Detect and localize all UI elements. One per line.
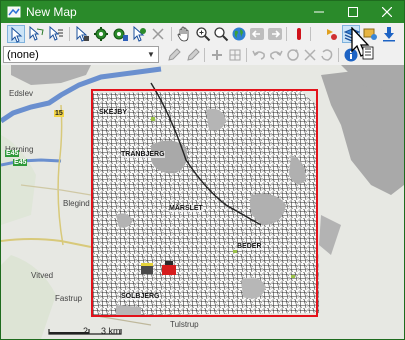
- zoom-out-button[interactable]: [212, 25, 230, 43]
- scale-label: 3 km: [101, 326, 121, 336]
- main-toolbar: [1, 23, 404, 46]
- undo-button[interactable]: [251, 47, 267, 63]
- toolbar-separator: [204, 48, 205, 62]
- map-window: New Map (none) ▼ Edslev Blegind Vitved F…: [0, 0, 405, 340]
- pencil-rotate-icon: [187, 48, 200, 61]
- forward-button[interactable]: [266, 25, 284, 43]
- toolbar-separator: [286, 27, 287, 41]
- undo-icon: [252, 50, 265, 60]
- plus-icon: [212, 50, 222, 60]
- route-tool-button[interactable]: [130, 25, 148, 43]
- zoom-in-button[interactable]: [194, 25, 212, 43]
- map-label-town: Edslev: [9, 89, 34, 98]
- map-label-town: Fastrup: [55, 294, 83, 303]
- download-button[interactable]: [380, 25, 398, 43]
- window-title: New Map: [26, 5, 77, 19]
- scale-label: 2: [83, 326, 89, 336]
- grid-button[interactable]: [227, 47, 243, 63]
- pencil-icon: [168, 48, 181, 61]
- toolbar-separator: [310, 27, 311, 41]
- chevron-down-icon: ▼: [147, 50, 155, 59]
- download-arrow-icon: [383, 27, 395, 42]
- rotate-edit-button[interactable]: [185, 47, 201, 63]
- close-icon: [381, 6, 393, 18]
- title-bar[interactable]: New Map: [1, 1, 404, 23]
- route-pointer-icon: [133, 26, 146, 42]
- refresh-button[interactable]: [285, 47, 301, 63]
- road-shield-15: 15: [54, 110, 64, 117]
- waypoint-tool-button[interactable]: [92, 25, 110, 43]
- select-linear-button[interactable]: [47, 25, 65, 43]
- toolbar-separator: [338, 48, 339, 62]
- redo-icon: [270, 50, 283, 60]
- pointer-polygon-icon: [29, 26, 44, 41]
- maximize-button[interactable]: [336, 1, 370, 23]
- waypoint-gear-icon: [94, 27, 108, 41]
- hand-pan-icon: [177, 26, 189, 42]
- layer-dropdown[interactable]: (none) ▼: [3, 46, 159, 63]
- close-button[interactable]: [370, 1, 404, 23]
- select-polygon-button[interactable]: [27, 25, 45, 43]
- redo-button[interactable]: [268, 47, 284, 63]
- waypoint-marker-button[interactable]: [323, 25, 341, 43]
- red-marker-icon: [297, 28, 301, 40]
- road-shield-e45: E45: [13, 159, 28, 166]
- globe-icon: [232, 27, 246, 41]
- map-canvas[interactable]: Edslev Hørning Blegind Vitved Fastrup Tu…: [1, 65, 404, 339]
- layer-dropdown-value: (none): [7, 49, 39, 61]
- track-tool-button[interactable]: [111, 25, 129, 43]
- refresh-icon: [287, 49, 299, 61]
- map-label-town: Tulstrup: [170, 320, 199, 329]
- zoom-out-icon: [214, 27, 229, 42]
- pencil-edit-button[interactable]: [166, 47, 182, 63]
- map-label-district: BEDER: [237, 243, 262, 250]
- arrow-right-icon: [268, 28, 282, 40]
- minimize-button[interactable]: [302, 1, 336, 23]
- track-gear-icon: [113, 28, 128, 41]
- cancel-edit-button[interactable]: [302, 47, 318, 63]
- close-x-icon: [304, 49, 316, 61]
- pan-button[interactable]: [175, 25, 193, 43]
- edit-pointer-icon: [76, 26, 89, 42]
- toolbar-separator: [69, 27, 70, 41]
- mouse-cursor-icon: [351, 27, 374, 60]
- road-shield-e45: E45: [5, 150, 20, 157]
- arrow-left-icon: [250, 28, 264, 40]
- reset-circle-icon: [321, 49, 333, 61]
- map-label-town: Vitved: [31, 271, 54, 280]
- edit-pointer-button[interactable]: [73, 25, 91, 43]
- map-label-district: SKEJBY: [99, 109, 128, 116]
- map-app-icon: [7, 6, 21, 18]
- map-label-district: TRANBJERG: [121, 151, 165, 158]
- secondary-toolbar: (none) ▼: [1, 45, 404, 66]
- toolbar-separator: [246, 48, 247, 62]
- grid-icon: [229, 49, 241, 61]
- add-point-button[interactable]: [209, 47, 225, 63]
- toolbar-separator: [171, 27, 172, 41]
- map-label-district: MÅRSLET: [169, 205, 203, 212]
- map-label-town: Blegind: [63, 199, 90, 208]
- map-label-district: SOLBJERG: [121, 293, 160, 300]
- full-extent-button[interactable]: [230, 25, 248, 43]
- delete-x-icon: [152, 28, 164, 40]
- maximize-icon: [348, 7, 358, 17]
- back-button[interactable]: [248, 25, 266, 43]
- pointer-arrow-icon: [11, 27, 23, 43]
- zoom-in-icon: [196, 27, 211, 42]
- record-button[interactable]: [290, 25, 308, 43]
- flag-marker-icon: [327, 29, 337, 40]
- select-tool-button[interactable]: [7, 25, 25, 43]
- pointer-lines-icon: [49, 26, 63, 41]
- delete-tool-button[interactable]: [149, 25, 167, 43]
- reset-button[interactable]: [319, 47, 335, 63]
- minimize-icon: [314, 11, 324, 13]
